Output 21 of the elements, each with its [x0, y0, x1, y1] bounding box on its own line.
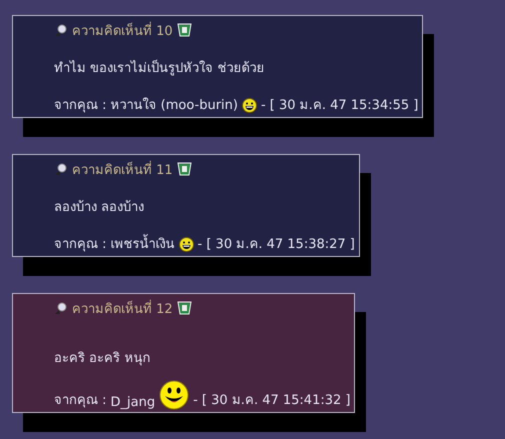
from-label: จากคุณ :	[54, 97, 107, 115]
author-name: หวานใจ (moo-burin)	[110, 96, 238, 115]
magnifier-icon	[54, 302, 68, 314]
comment-text: อะคริ อะคริ หนุก	[54, 350, 152, 368]
comment-title: ความคิดเห็นที่ 10	[72, 20, 173, 40]
comment-title: ความคิดเห็นที่ 11	[72, 160, 173, 180]
from-label: จากคุณ :	[54, 392, 107, 410]
timestamp: - [ 30 ม.ค. 47 15:41:32 ]	[193, 392, 350, 410]
magnifier-icon	[54, 162, 68, 176]
timestamp: - [ 30 ม.ค. 47 15:34:55 ]	[260, 97, 418, 115]
from-label: จากคุณ :	[54, 236, 107, 254]
magnifier-icon	[54, 24, 68, 36]
comment-title: ความคิดเห็นที่ 12	[72, 298, 173, 318]
timestamp: - [ 30 ม.ค. 47 15:38:27 ]	[198, 236, 355, 254]
comment-text: ลองบ้าง ลองบ้าง	[54, 199, 146, 217]
bin-icon	[176, 23, 192, 37]
bin-icon	[176, 301, 192, 315]
author-name: D_jang	[110, 395, 156, 410]
comment-text: ทำไม ของเราไม่เป็นรูปหัวใจ ช่วยด้วย	[54, 58, 266, 78]
bin-icon	[176, 162, 192, 176]
author-name: เพชรน้ำเงิน	[110, 233, 175, 254]
